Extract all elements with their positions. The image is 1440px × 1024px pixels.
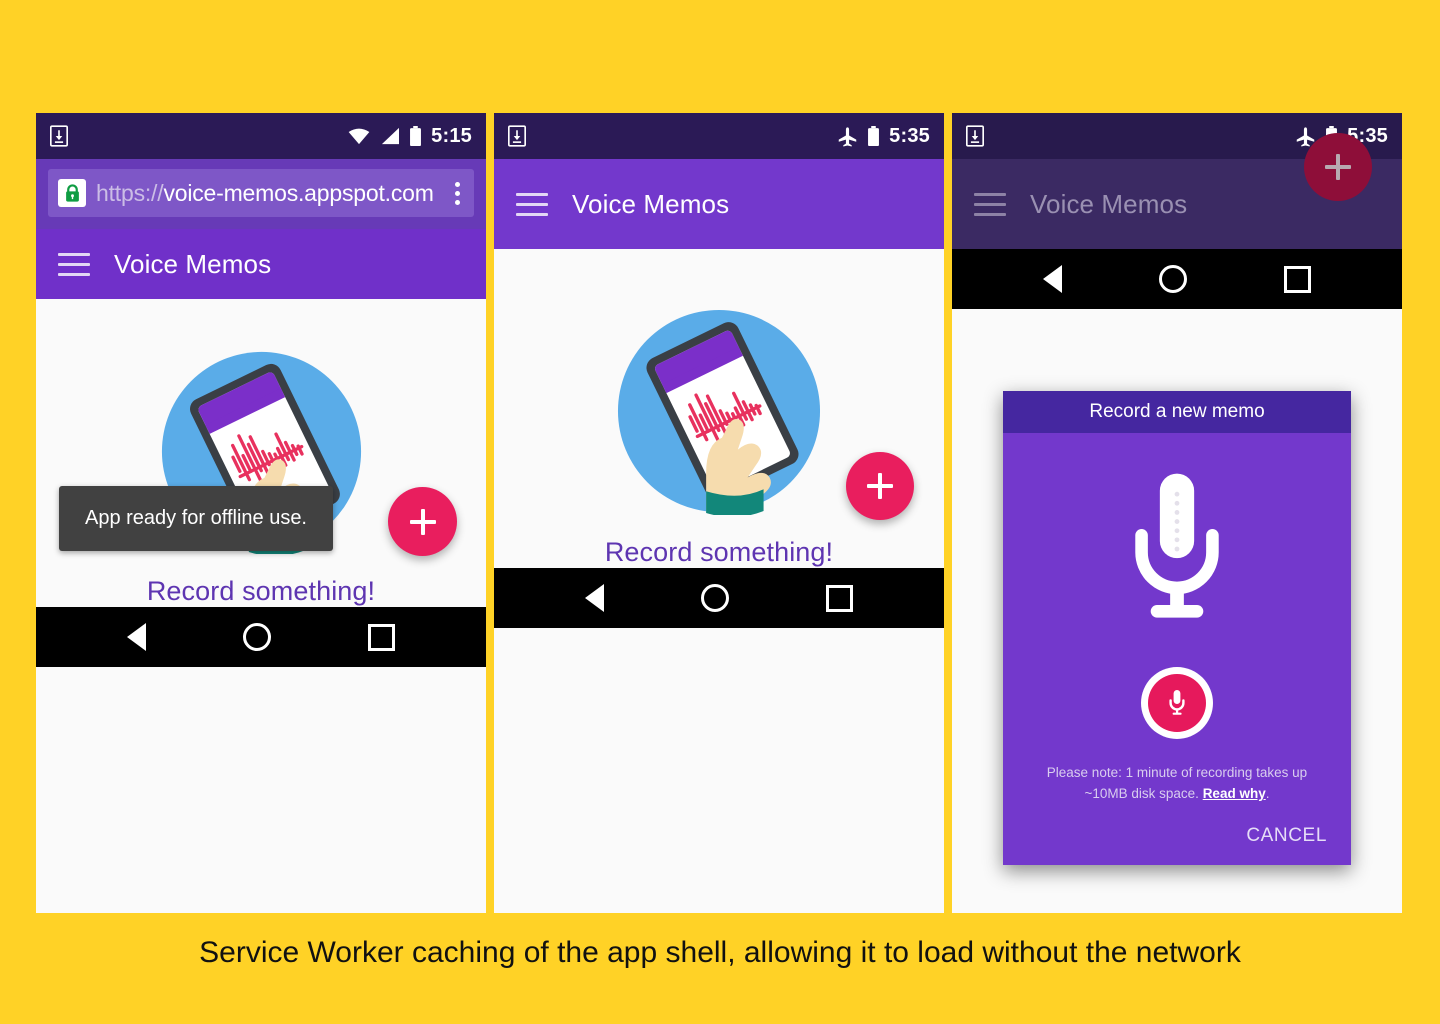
empty-state-text: Record something! [604,537,834,567]
add-memo-fab[interactable] [1304,133,1372,201]
wifi-icon [348,128,370,145]
app-bar: Voice Memos [36,229,486,299]
status-bar-clock: 5:35 [889,124,930,147]
download-icon [508,125,526,147]
dialog-title: Record a new memo [1003,391,1351,433]
plus-icon [1325,154,1351,180]
browser-toolbar: https://voice-memos.appspot.com [36,159,486,229]
back-triangle-icon[interactable] [126,623,146,651]
back-triangle-icon[interactable] [584,584,604,612]
status-bar: 5:15 [36,113,486,159]
status-bar-left [966,125,984,147]
download-icon [50,125,68,147]
status-bar-right: 5:35 [837,125,930,148]
add-memo-fab[interactable] [846,452,914,520]
app-content: Record something! [494,249,944,568]
android-nav-bar [952,249,1402,309]
empty-state-text: Record something! [146,576,376,606]
phone-screenshots-row: 5:15 https://voice-memos.appspot.com Voi… [36,113,1404,913]
recents-square-icon[interactable] [1284,265,1312,293]
phone-panel-standalone: 5:35 Voice Memos Record something! [494,113,944,913]
app-title: Voice Memos [572,188,730,219]
recents-square-icon[interactable] [826,584,854,612]
home-circle-icon[interactable] [1158,265,1187,293]
dialog-body: Please note: 1 minute of recording takes… [1003,433,1351,865]
plus-icon [409,508,436,535]
status-bar-left [50,125,68,147]
add-memo-fab[interactable] [388,487,457,556]
kebab-menu-icon[interactable] [445,181,466,205]
dialog-note: Please note: 1 minute of recording takes… [1027,763,1327,805]
url-host: voice-memos.appspot.com [163,179,434,206]
offline-ready-toast: App ready for offline use. [59,486,333,551]
battery-icon [868,126,880,146]
record-button[interactable] [1141,667,1213,739]
phone-panel-record-dialog: 5:35 Voice Memos Record a new memo Pleas… [952,113,1402,913]
plus-icon [867,473,893,499]
status-bar-clock: 5:15 [431,124,472,147]
battery-icon [410,126,422,146]
app-content: Record something! App ready for offline … [36,299,486,607]
hand-holding-phone-illustration [616,308,822,515]
status-bar: 5:35 [494,113,944,159]
cancel-button[interactable]: CANCEL [1246,825,1327,847]
dialog-note-line2-suffix: . [1265,785,1270,801]
record-memo-dialog: Record a new memo Please note: 1 minute … [1003,391,1351,865]
android-nav-bar [494,568,944,628]
home-circle-icon[interactable] [242,623,271,651]
recents-square-icon[interactable] [368,623,396,651]
hamburger-icon[interactable] [516,192,548,216]
signal-icon [382,127,400,145]
android-nav-bar [36,607,486,667]
home-circle-icon[interactable] [700,584,729,612]
status-bar-left [508,125,526,147]
figure-caption: Service Worker caching of the app shell,… [199,936,1241,969]
phone-panel-browser: 5:15 https://voice-memos.appspot.com Voi… [36,113,486,913]
hamburger-icon[interactable] [974,192,1006,216]
dialog-note-line1: Please note: 1 minute of recording takes… [1046,765,1308,780]
url-scheme: https:// [96,179,164,206]
back-triangle-icon[interactable] [1042,265,1062,293]
app-title: Voice Memos [114,248,272,279]
microphone-record-icon [1169,688,1185,716]
page-root: { "page": { "background_color": "#FFD226… [0,0,1440,1024]
read-why-link[interactable]: Read why [1203,786,1266,801]
url-bar[interactable]: https://voice-memos.appspot.com [48,169,474,217]
record-button-inner [1148,674,1206,732]
airplane-mode-icon [838,126,857,146]
download-icon [966,125,984,147]
status-bar-right: 5:15 [347,125,472,148]
microphone-icon [1125,469,1229,629]
lock-icon [58,179,86,207]
url-text: https://voice-memos.appspot.com [96,180,434,207]
app-title: Voice Memos [1030,188,1188,219]
dialog-note-line2-prefix: ~10MB disk space. [1084,785,1203,801]
hamburger-icon[interactable] [58,252,90,276]
app-bar: Voice Memos [494,159,944,249]
